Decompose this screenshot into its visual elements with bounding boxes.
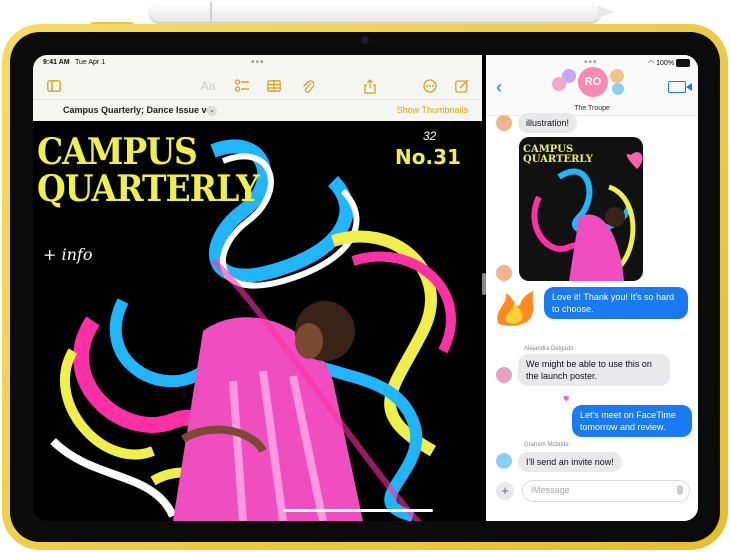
- sidebar-icon[interactable]: [43, 75, 65, 97]
- home-indicator[interactable]: [283, 509, 433, 512]
- poster-title: CAMPUS QUARTERLY: [37, 129, 260, 210]
- document-title[interactable]: Campus Quarterly; Dance Issue v4: [63, 105, 212, 115]
- heart-sticker: ♥: [563, 393, 570, 405]
- status-battery: ◠ 100%: [648, 59, 690, 68]
- contact-avatar[interactable]: [496, 265, 512, 281]
- shared-image-message[interactable]: CAMPUS QUARTERLY: [519, 137, 643, 281]
- message-bubble[interactable]: We might be able to use this on the laun…: [518, 354, 670, 386]
- document-title-bar: Campus Quarterly; Dance Issue v4 ⌄ Show …: [33, 99, 482, 122]
- poster-annotation-number: 32: [423, 129, 437, 143]
- front-camera: [361, 36, 369, 44]
- back-chevron-icon[interactable]: ‹: [496, 77, 502, 98]
- microphone-icon[interactable]: [677, 485, 683, 495]
- battery-icon: [676, 59, 690, 68]
- thumbnail-title: CAMPUS QUARTERLY: [523, 145, 593, 165]
- chevron-down-icon[interactable]: ⌄: [207, 106, 217, 116]
- poster-title-line: QUARTERLY: [37, 167, 260, 210]
- table-icon[interactable]: [263, 75, 285, 97]
- imessage-placeholder: iMessage: [531, 485, 570, 495]
- text-format-icon[interactable]: Aa: [197, 75, 219, 97]
- notes-toolbar: 9:41 AM Tue Apr 1 ••• Aa Campus Quarterl…: [33, 55, 482, 121]
- share-icon[interactable]: [359, 75, 381, 97]
- more-icon[interactable]: [419, 75, 441, 97]
- wifi-icon: ◠: [648, 60, 657, 67]
- member-avatar: [612, 83, 624, 95]
- message-bubble[interactable]: I'll send an invite now!: [518, 452, 622, 472]
- status-time: 9:41 AM: [43, 59, 70, 66]
- imessage-input[interactable]: iMessage: [522, 480, 690, 502]
- message-bubble[interactable]: Love it! Thank you! It's so hard to choo…: [544, 287, 688, 319]
- battery-percent: 100%: [656, 60, 675, 67]
- fire-sticker: [497, 291, 534, 326]
- thumbnail-title-line: QUARTERLY: [523, 154, 593, 165]
- compose-icon[interactable]: [451, 75, 473, 97]
- show-thumbnails-button[interactable]: Show Thumbnails: [397, 105, 468, 115]
- sender-name: Graham Mcbride: [524, 442, 569, 448]
- member-avatar: [610, 69, 624, 83]
- poster-handwritten-info: + info: [43, 245, 93, 264]
- facetime-video-icon[interactable]: [668, 81, 692, 93]
- ipad-screen: 9:41 AM Tue Apr 1 ••• Aa Campus Quarterl…: [33, 55, 698, 521]
- contact-avatar[interactable]: [496, 367, 512, 383]
- message-bubble[interactable]: Let's meet on FaceTime tomorrow and revi…: [572, 405, 692, 437]
- poster-issue-number: No.31: [395, 145, 461, 169]
- group-name[interactable]: The Troupe: [486, 105, 698, 112]
- status-date: Tue Apr 1: [75, 59, 106, 66]
- notes-pane: 9:41 AM Tue Apr 1 ••• Aa Campus Quarterl…: [33, 55, 482, 521]
- contact-avatar[interactable]: [496, 453, 512, 469]
- compose-bar: + iMessage: [486, 475, 698, 521]
- multitasking-dots[interactable]: •••: [251, 57, 265, 68]
- member-avatar: [562, 69, 576, 83]
- checklist-icon[interactable]: [231, 75, 253, 97]
- sender-name: Alejandra Delgado: [524, 346, 574, 352]
- apple-pencil: [150, 2, 616, 22]
- messages-pane: ••• ◠ 100% ‹ RO The Troupe illustration!: [486, 55, 698, 521]
- message-bubble[interactable]: illustration!: [518, 113, 578, 133]
- conversation-header: ••• ◠ 100% ‹ RO The Troupe: [486, 55, 698, 116]
- pencil-band: [210, 2, 212, 22]
- poster-title-line: CAMPUS: [37, 129, 198, 173]
- poster-canvas[interactable]: CAMPUS QUARTERLY 32 No.31 + info: [33, 121, 482, 521]
- plus-icon[interactable]: +: [496, 482, 514, 500]
- contact-avatar[interactable]: [496, 115, 512, 131]
- attachment-icon[interactable]: [297, 75, 319, 97]
- group-avatar[interactable]: RO: [578, 67, 608, 97]
